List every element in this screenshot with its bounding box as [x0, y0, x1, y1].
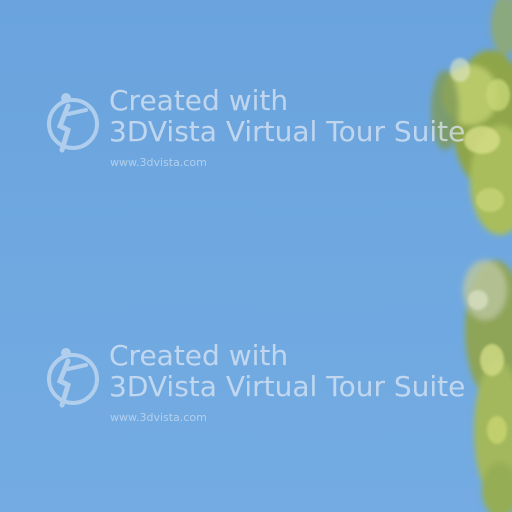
- tree-foliage: [431, 0, 512, 512]
- panorama-view[interactable]: Created with 3DVista Virtual Tour Suite …: [0, 0, 512, 512]
